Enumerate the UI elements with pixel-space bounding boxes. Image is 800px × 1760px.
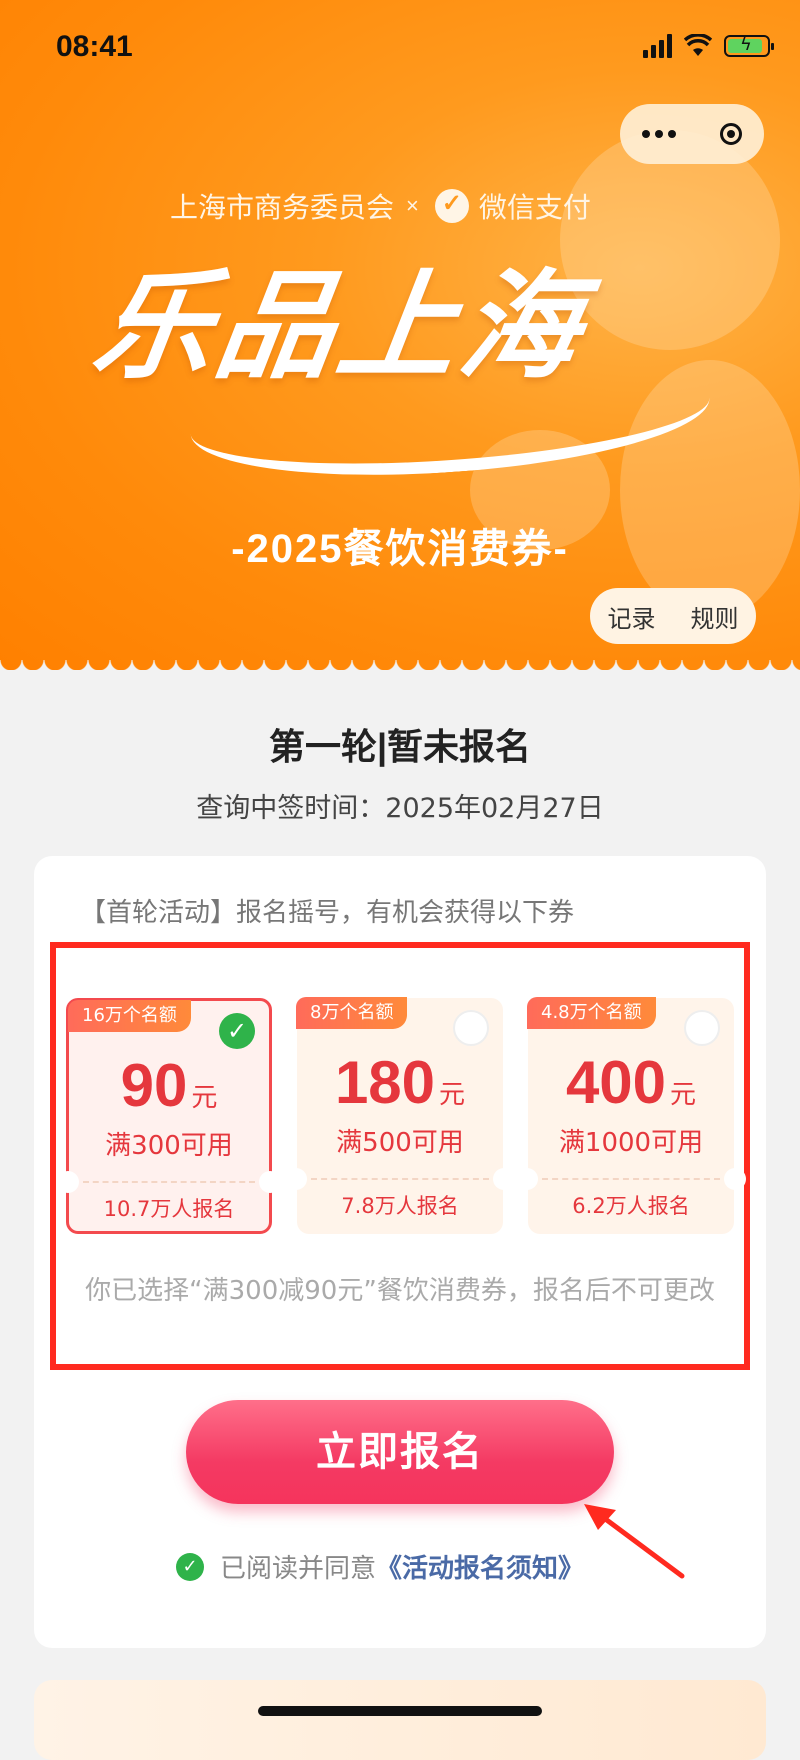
coupon-divider	[311, 1178, 489, 1180]
campaign-subtitle: -2025餐饮消费券-	[231, 527, 569, 571]
radio-unchecked-icon[interactable]	[453, 1010, 489, 1046]
terms-link[interactable]: 《活动报名须知》	[376, 1548, 584, 1585]
partner-line: 上海市商务委员会 × 微信支付	[170, 186, 591, 226]
activity-intro: 【首轮活动】报名摇号，有机会获得以下券	[80, 898, 575, 928]
round-status-title: 第一轮|暂未报名	[268, 726, 532, 767]
coupon-enrolled-count: 10.7万人报名	[103, 1197, 235, 1221]
next-section-card	[34, 1680, 766, 1760]
partner-separator: ×	[406, 193, 419, 218]
agreement-row: ✓ 已阅读并同意 《活动报名须知》	[176, 1548, 584, 1585]
coupon-notch	[259, 1171, 281, 1193]
signup-button[interactable]: 立即报名	[186, 1400, 614, 1504]
home-indicator[interactable]	[258, 1706, 542, 1716]
coupon-divider	[83, 1181, 255, 1183]
wechat-pay-icon	[434, 189, 469, 223]
agree-text: 已阅读并同意	[220, 1554, 377, 1584]
annotation-arrow-icon	[584, 1504, 685, 1579]
status-time: 08:41	[56, 30, 133, 63]
header-banner: 08:41 ϟ 上海市商务委员会 × 微信支付 乐品上海 -2025餐饮消费券-…	[0, 0, 800, 670]
coupon-amount-unit: 元	[670, 1080, 697, 1110]
radio-unchecked-icon[interactable]	[684, 1010, 720, 1046]
coupon-enrolled-count: 6.2万人报名	[572, 1194, 690, 1218]
coupon-enrolled-count: 7.8万人报名	[341, 1194, 459, 1218]
miniprogram-capsule	[620, 104, 764, 164]
coupon-quota: 4.8万个名额	[527, 997, 656, 1029]
coupon-amount-value: 90	[120, 1052, 188, 1119]
coupon-amount: 400 元	[528, 1048, 734, 1117]
coupon-divider	[542, 1178, 720, 1180]
coupon-notch	[724, 1168, 746, 1190]
status-bar: 08:41 ϟ	[0, 0, 800, 100]
more-icon[interactable]	[642, 130, 676, 138]
coupon-condition: 满300可用	[105, 1131, 233, 1161]
coupon-quota: 16万个名额	[68, 1000, 191, 1032]
agree-checkbox-icon[interactable]: ✓	[176, 1552, 204, 1581]
coupon-card-90[interactable]: 16万个名额 ✓ 90 元 满300可用 10.7万人报名	[57, 998, 281, 1234]
partner-left: 上海市商务委员会	[170, 192, 395, 223]
close-miniprogram-icon[interactable]	[720, 123, 742, 145]
coupon-card-180[interactable]: 8万个名额 180 元 满500可用 7.8万人报名	[285, 997, 515, 1234]
coupon-notch	[285, 1168, 307, 1190]
coupon-notch	[57, 1171, 79, 1193]
wifi-icon	[684, 34, 712, 56]
partner-right: 微信支付	[478, 192, 591, 223]
query-time: 查询中签时间：2025年02月27日	[196, 793, 604, 824]
banner-scallop-edge	[0, 660, 800, 680]
battery-icon: ϟ	[724, 34, 774, 57]
checkmark-icon[interactable]: ✓	[219, 1013, 255, 1049]
coupon-amount-unit: 元	[439, 1080, 466, 1110]
coupon-card-400[interactable]: 4.8万个名额 400 元 满1000可用 6.2万人报名	[516, 997, 746, 1234]
coupon-condition: 满500可用	[336, 1128, 464, 1158]
rules-link[interactable]: 规则	[691, 599, 739, 634]
coupon-amount-value: 180	[334, 1049, 436, 1116]
coupon-amount: 180 元	[297, 1048, 503, 1117]
coupon-condition: 满1000可用	[558, 1128, 704, 1158]
coupon-quota: 8万个名额	[296, 997, 408, 1029]
coupon-notch	[493, 1168, 515, 1190]
selection-note: 你已选择“满300减90元”餐饮消费券，报名后不可更改	[85, 1276, 715, 1306]
records-rules-pill: 记录 规则	[590, 588, 756, 644]
records-link[interactable]: 记录	[608, 599, 656, 634]
coupon-notch	[516, 1168, 538, 1190]
coupon-amount-unit: 元	[191, 1083, 218, 1113]
coupon-amount: 90 元	[69, 1051, 269, 1120]
coupon-amount-value: 400	[565, 1049, 667, 1116]
signal-icon	[643, 34, 672, 58]
